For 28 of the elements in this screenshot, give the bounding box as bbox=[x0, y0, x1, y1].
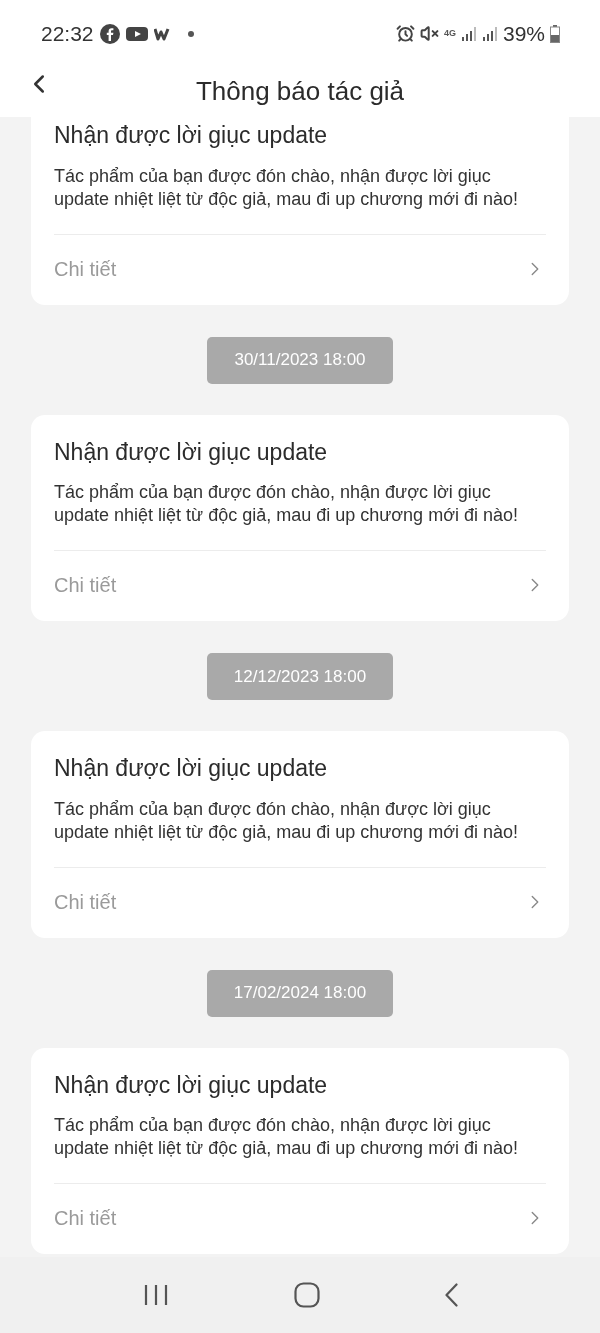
notification-title: Nhận được lời giục update bbox=[54, 437, 329, 467]
date-badge: 30/11/2023 18:00 bbox=[207, 336, 393, 384]
notification-message: Tác phẩm của bạn được đón chào, nhận được lời giục update nhiệt liệt từ độc giả, mau đi up chương mới đi nào! bbox=[54, 1114, 519, 1160]
notification-title: Nhận được lời giục update bbox=[54, 754, 329, 783]
battery-percent: 39% bbox=[502, 20, 545, 47]
details-link[interactable]: Chi tiết bbox=[54, 867, 546, 938]
dot-icon bbox=[187, 30, 194, 37]
video-play-icon bbox=[125, 25, 148, 42]
notification-title: Nhận được lời giục update bbox=[54, 1070, 329, 1100]
notification-message: Tác phẩm của bạn được đón chào, nhận được lời giục update nhiệt liệt từ độc giả, mau đi up chương mới đi nào! bbox=[54, 797, 519, 844]
signal-icon bbox=[460, 25, 477, 42]
facebook-icon bbox=[99, 23, 120, 44]
page-title: Thông báo tác giả bbox=[195, 74, 405, 108]
details-link[interactable]: Chi tiết bbox=[54, 234, 546, 305]
clock-time: 22:32 bbox=[41, 20, 94, 47]
notification-message: Tác phẩm của bạn được đón chào, nhận được lời giục update nhiệt liệt từ độc giả, mau đi up chương mới đi nào! bbox=[54, 481, 519, 527]
details-link[interactable]: Chi tiết bbox=[54, 551, 546, 621]
date-badge: 17/02/2024 18:00 bbox=[207, 969, 393, 1017]
alarm-icon bbox=[395, 24, 415, 43]
signal-icon bbox=[481, 25, 498, 42]
mute-icon bbox=[419, 24, 439, 43]
chevron-left-icon bbox=[444, 1283, 458, 1307]
details-link[interactable]: Chi tiết bbox=[54, 1184, 546, 1254]
notification-title: Nhận được lời giục update bbox=[54, 121, 329, 150]
network-type: 4G bbox=[443, 29, 456, 38]
battery-icon bbox=[550, 24, 560, 43]
notification-message: Tác phẩm của bạn được đón chào, nhận được lời giục update nhiệt liệt từ độc giả, mau đi up chương mới đi nào! bbox=[54, 164, 519, 211]
date-badge: 12/12/2023 18:00 bbox=[207, 653, 393, 700]
